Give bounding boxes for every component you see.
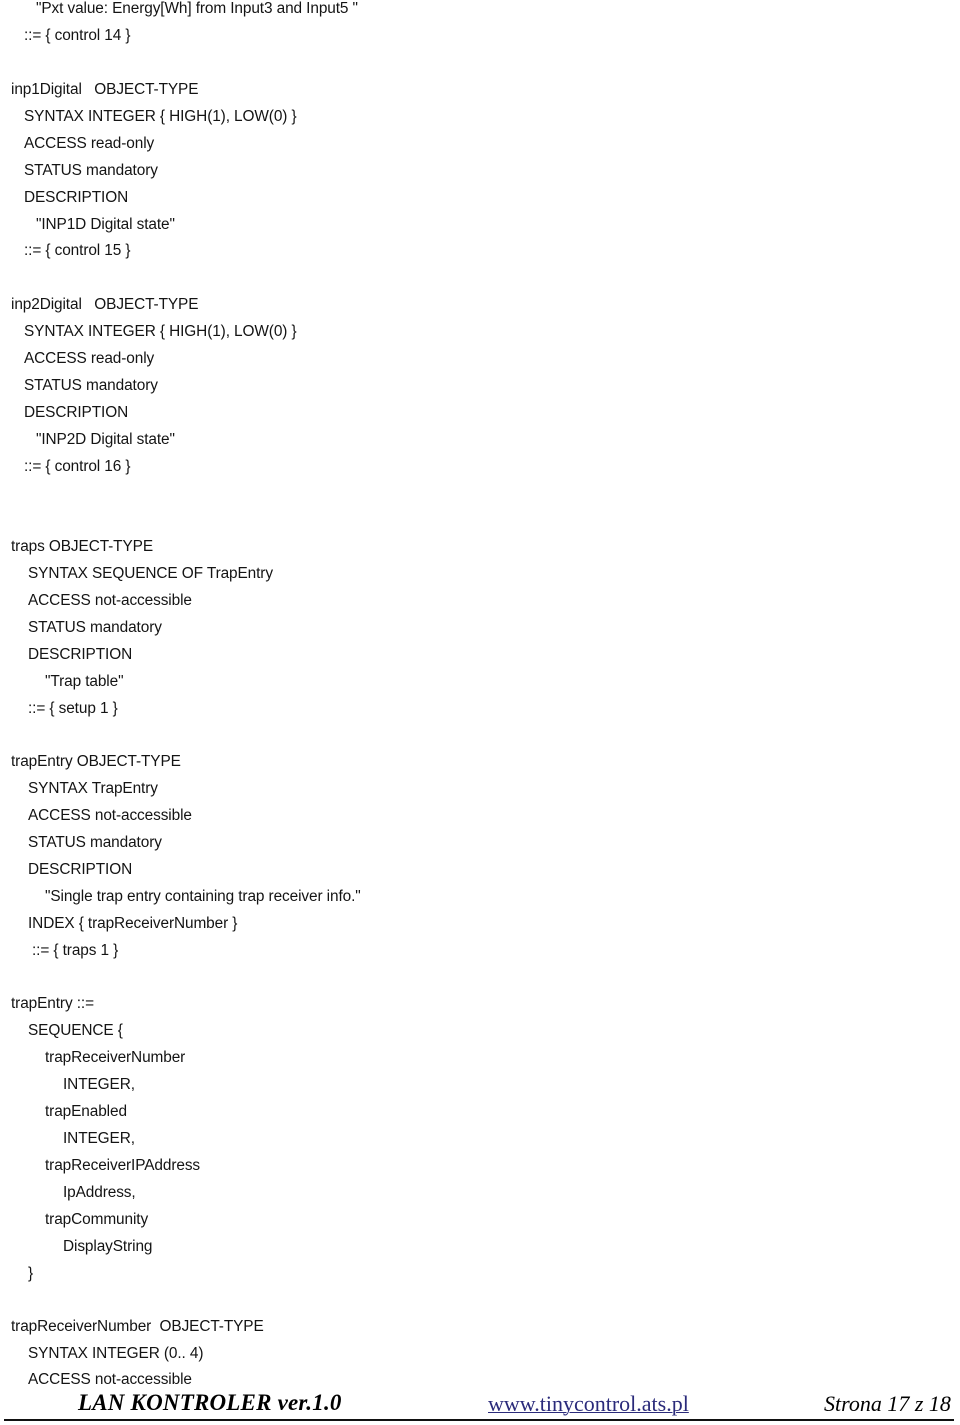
description-keyword: DESCRIPTION: [24, 404, 129, 421]
syntax-line: SYNTAX INTEGER (0.. 4): [28, 1345, 204, 1362]
access-line: ACCESS read-only: [24, 135, 155, 152]
oid-assignment: ::= { control 14 }: [24, 27, 131, 44]
object-type-header: trapReceiverNumber OBJECT-TYPE: [11, 1318, 264, 1335]
description-keyword: DESCRIPTION: [24, 189, 129, 206]
status-line: STATUS mandatory: [28, 834, 162, 851]
syntax-line: SYNTAX INTEGER { HIGH(1), LOW(0) }: [24, 108, 297, 125]
description-text: "INP1D Digital state": [36, 216, 175, 233]
footer-page-number: Strona 17 z 18: [824, 1391, 951, 1416]
oid-assignment: ::= { control 16 }: [24, 458, 131, 475]
sequence-field-name: trapReceiverNumber: [45, 1049, 186, 1066]
description-text: "Single trap entry containing trap recei…: [45, 888, 361, 905]
status-line: STATUS mandatory: [24, 377, 158, 394]
footer-product-title: LAN KONTROLER ver.1.0: [78, 1390, 342, 1415]
access-line: ACCESS not-accessible: [28, 807, 192, 824]
sequence-field-type: DisplayString: [63, 1238, 153, 1255]
oid-assignment: ::= { setup 1 }: [28, 700, 118, 717]
description-text: "Trap table": [45, 673, 124, 690]
sequence-close: }: [28, 1265, 34, 1282]
description-keyword: DESCRIPTION: [28, 861, 133, 878]
syntax-line: SYNTAX TrapEntry: [28, 780, 158, 797]
access-line: ACCESS not-accessible: [28, 592, 192, 609]
sequence-field-type: INTEGER,: [63, 1076, 135, 1093]
footer-divider: [4, 1419, 954, 1421]
object-type-header: trapEntry OBJECT-TYPE: [11, 753, 181, 770]
sequence-field-name: trapCommunity: [45, 1211, 149, 1228]
access-line: ACCESS not-accessible: [28, 1371, 192, 1388]
sequence-definition-header: trapEntry ::=: [11, 995, 94, 1012]
status-line: STATUS mandatory: [24, 162, 158, 179]
status-line: STATUS mandatory: [28, 619, 162, 636]
object-type-header: traps OBJECT-TYPE: [11, 538, 153, 555]
description-text: "INP2D Digital state": [36, 431, 175, 448]
description-keyword: DESCRIPTION: [28, 646, 133, 663]
access-line: ACCESS read-only: [24, 350, 155, 367]
page-footer: LAN KONTROLER ver.1.0 www.tinycontrol.at…: [0, 1390, 960, 1420]
sequence-field-name: trapEnabled: [45, 1103, 127, 1120]
sequence-field-type: IpAddress,: [63, 1184, 136, 1201]
index-line: INDEX { trapReceiverNumber }: [28, 915, 238, 932]
oid-assignment: ::= { traps 1 }: [32, 942, 119, 959]
syntax-line: SYNTAX SEQUENCE OF TrapEntry: [28, 565, 273, 582]
syntax-line: SYNTAX INTEGER { HIGH(1), LOW(0) }: [24, 323, 297, 340]
footer-website-link[interactable]: www.tinycontrol.ats.pl: [488, 1391, 689, 1417]
sequence-open: SEQUENCE {: [28, 1022, 123, 1039]
oid-assignment: ::= { control 15 }: [24, 242, 131, 259]
sequence-field-name: trapReceiverIPAddress: [45, 1157, 201, 1174]
object-type-header: inp1Digital OBJECT-TYPE: [11, 81, 199, 98]
object-type-header: inp2Digital OBJECT-TYPE: [11, 296, 199, 313]
sequence-field-type: INTEGER,: [63, 1130, 135, 1147]
description-text: "Pxt value: Energy[Wh] from Input3 and I…: [36, 0, 358, 17]
